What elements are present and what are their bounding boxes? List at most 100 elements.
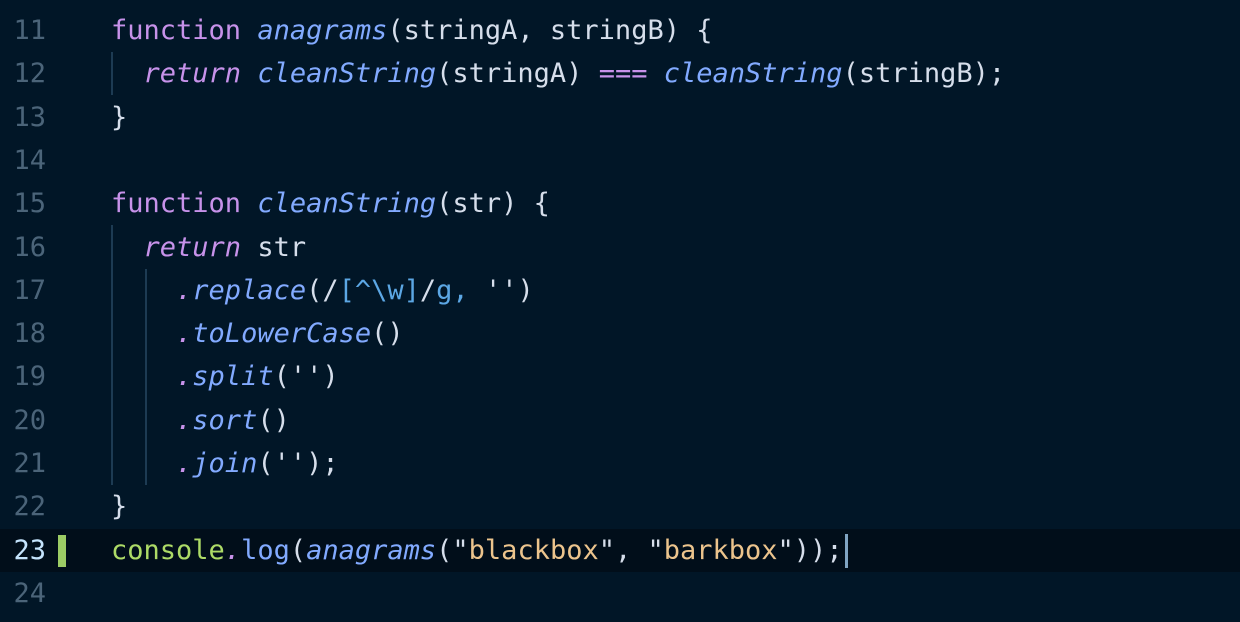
code-line[interactable]: 24 (0, 572, 1240, 615)
code-line[interactable]: 19 .split('') (0, 355, 1240, 398)
line-number: 11 (13, 15, 46, 46)
code-token: anagrams (306, 534, 437, 566)
code-token: (str) { (436, 188, 550, 220)
code-token: (/ (306, 274, 339, 306)
code-token: cleanString (663, 58, 843, 90)
code-token: str (241, 231, 307, 263)
line-code: } (111, 96, 127, 139)
line-number: 22 (13, 491, 46, 523)
code-token: ")); (777, 534, 843, 566)
code-token: return (143, 231, 242, 263)
code-token: , (452, 274, 485, 306)
text-cursor (844, 534, 848, 569)
code-token: (stringA) (436, 58, 599, 90)
line-number: 20 (13, 404, 46, 436)
line-code: .sort() (111, 399, 290, 442)
code-token: . (176, 361, 193, 393)
modified-line-marker (58, 534, 66, 567)
code-token: function (111, 15, 242, 46)
code-line[interactable]: 12 return cleanString(stringA) === clean… (0, 52, 1240, 95)
code-token: replace (192, 274, 307, 306)
code-token: return (143, 58, 242, 90)
code-line[interactable]: 11 function anagrams(stringA, stringB) { (0, 9, 1240, 52)
line-number: 14 (13, 144, 46, 176)
code-token: ( (289, 534, 307, 566)
code-token: . (176, 404, 193, 436)
code-line[interactable]: 23 console.log(anagrams("blackbox", "bark… (0, 528, 1240, 572)
code-token: function (111, 188, 242, 220)
code-token: g (436, 274, 453, 306)
line-number: 17 (13, 274, 46, 306)
code-token: . (176, 448, 193, 479)
line-number: 16 (13, 231, 46, 263)
code-line[interactable]: 16 return str (0, 226, 1240, 269)
code-line[interactable]: 21 .join(''); (0, 442, 1240, 485)
code-line[interactable]: 22} (0, 485, 1240, 528)
code-editor[interactable]: 11 function anagrams(stringA, stringB) {1… (0, 0, 1240, 622)
code-token: (stringA, stringB) { (387, 15, 713, 46)
line-number: 12 (13, 58, 46, 90)
code-token: barkbox (663, 534, 778, 566)
line-number: 24 (13, 577, 46, 609)
line-number: 21 (13, 448, 46, 479)
code-token: === (598, 58, 648, 90)
code-token: log (241, 534, 290, 566)
code-token: '') (484, 274, 534, 306)
code-token: ", " (598, 534, 664, 566)
indent-guide (111, 225, 113, 485)
code-line[interactable]: 20 .sort() (0, 399, 1240, 442)
line-number: 23 (13, 534, 46, 566)
code-token: (''); (257, 448, 339, 479)
code-token: console (111, 534, 225, 566)
code-token: . (176, 274, 193, 306)
code-token: . (224, 534, 242, 566)
code-token: join (192, 448, 258, 479)
code-token: sort (192, 404, 258, 436)
code-token: (stringB); (842, 58, 1006, 90)
line-code: } (111, 485, 127, 528)
code-token: } (111, 101, 128, 133)
line-number: 18 (13, 318, 46, 350)
line-number: 13 (13, 101, 46, 133)
indent-guide (145, 269, 147, 485)
line-code: .toLowerCase() (111, 312, 404, 355)
line-code: console.log(anagrams("blackbox", "barkbo… (111, 529, 848, 572)
code-line[interactable]: 17 .replace(/[^\w]/g, '') (0, 269, 1240, 312)
code-token: } (111, 491, 128, 523)
code-token: (" (436, 534, 469, 566)
indent-guide (111, 52, 113, 95)
code-token: . (176, 318, 193, 350)
code-token: blackbox (468, 534, 599, 566)
code-token: cleanString (257, 188, 437, 220)
line-code: function cleanString(str) { (111, 182, 550, 225)
line-code: .replace(/[^\w]/g, '') (111, 269, 534, 312)
code-token: () (257, 404, 290, 436)
code-line[interactable]: 18 .toLowerCase() (0, 312, 1240, 355)
code-token: cleanString (257, 58, 437, 90)
line-code: function anagrams(stringA, stringB) { (111, 9, 712, 52)
code-token: () (371, 318, 404, 350)
code-line[interactable]: 13} (0, 96, 1240, 139)
code-token: / (419, 274, 437, 306)
code-line[interactable]: 14 (0, 139, 1240, 182)
line-number: 19 (13, 361, 46, 393)
code-token: [^\w] (338, 274, 420, 306)
code-line[interactable]: 15 function cleanString(str) { (0, 182, 1240, 225)
line-code: return cleanString(stringA) === cleanStr… (111, 52, 1006, 95)
code-token: anagrams (257, 15, 388, 46)
code-token: toLowerCase (192, 318, 372, 350)
code-token: split (192, 361, 274, 393)
line-number: 15 (13, 188, 46, 220)
line-code: return str (111, 226, 307, 269)
